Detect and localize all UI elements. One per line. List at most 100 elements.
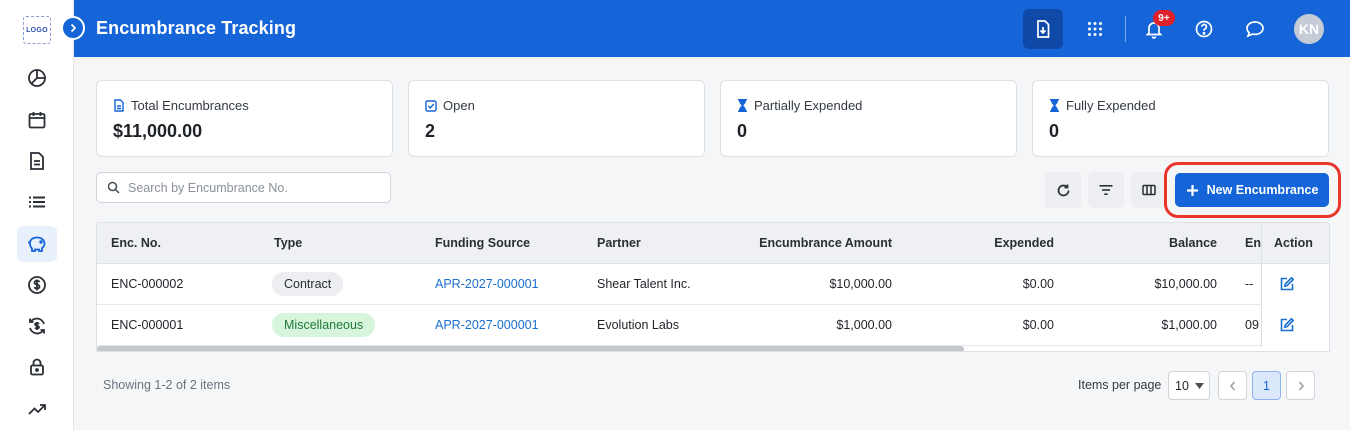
download-button[interactable]	[1023, 9, 1063, 49]
user-avatar[interactable]: KN	[1294, 14, 1324, 44]
stat-value: 0	[1049, 121, 1060, 141]
stat-card-partially-expended: Partially Expended 0	[720, 80, 1017, 157]
column-header[interactable]: Encumbrance Amount	[759, 236, 892, 250]
stat-card-open: Open 2	[408, 80, 705, 157]
logo: LOGO	[23, 16, 51, 44]
sidebar-toggle-button[interactable]	[61, 16, 85, 40]
column-header[interactable]: Enc. No.	[111, 236, 161, 250]
chat-bubble-icon	[1246, 21, 1264, 38]
document-icon	[114, 99, 124, 112]
notification-badge: 9+	[1153, 10, 1175, 26]
filter-button[interactable]	[1088, 172, 1124, 208]
edit-icon	[1280, 276, 1295, 291]
stat-label: Open	[425, 98, 475, 113]
stat-card-fully-expended: Fully Expended 0	[1032, 80, 1329, 157]
stat-label-text: Fully Expended	[1066, 98, 1156, 113]
piggy-bank-icon[interactable]	[17, 226, 57, 262]
enc-no-cell: ENC-000001	[111, 318, 184, 332]
lock-icon[interactable]	[22, 352, 52, 382]
funding-source-link[interactable]: APR-2027-000001	[435, 277, 539, 291]
showing-count: Showing 1-2 of 2 items	[103, 378, 231, 392]
trending-up-icon[interactable]	[22, 394, 52, 424]
refresh-button[interactable]	[1045, 172, 1081, 208]
new-encumbrance-label: New Encumbrance	[1206, 183, 1319, 197]
items-per-page-select[interactable]: 10	[1168, 371, 1210, 400]
next-page-button[interactable]	[1286, 371, 1315, 400]
refresh-icon	[1057, 184, 1069, 196]
funding-source-link[interactable]: APR-2027-000001	[435, 318, 539, 332]
edit-button[interactable]	[1279, 317, 1297, 335]
help-circle-icon	[1195, 20, 1213, 38]
pie-chart-icon[interactable]	[22, 63, 52, 93]
expended-cell: $0.00	[1022, 277, 1054, 291]
apps-grid-button[interactable]	[1075, 9, 1115, 49]
column-header[interactable]: En	[1245, 236, 1261, 250]
stat-label: Total Encumbrances	[113, 98, 249, 113]
chevron-right-icon	[1298, 380, 1304, 391]
filter-icon	[1099, 185, 1113, 195]
columns-button[interactable]	[1131, 172, 1167, 208]
stat-label-text: Partially Expended	[754, 98, 863, 113]
plus-icon	[1186, 184, 1198, 196]
help-button[interactable]	[1184, 9, 1224, 49]
amount-cell: $1,000.00	[836, 318, 892, 332]
dollar-circle-icon[interactable]	[22, 270, 52, 300]
enc-no-cell: ENC-000002	[111, 277, 184, 291]
search-box	[96, 172, 391, 203]
hourglass-icon	[1050, 99, 1059, 112]
items-per-page-label: Items per page	[1078, 378, 1162, 392]
calendar-icon[interactable]	[22, 105, 52, 135]
stat-label: Partially Expended	[737, 98, 862, 113]
column-header[interactable]: Funding Source	[435, 236, 530, 250]
stat-card-total: Total Encumbrances $11,000.00	[96, 80, 393, 157]
column-header[interactable]: Balance	[1169, 236, 1217, 250]
document-icon[interactable]	[22, 146, 52, 176]
stat-value: 0	[737, 121, 748, 141]
expended-cell: $0.00	[1022, 318, 1054, 332]
list-icon[interactable]	[22, 187, 52, 217]
action-column: Action	[1261, 223, 1329, 347]
search-input[interactable]	[128, 180, 368, 195]
end-cell: 09	[1245, 318, 1259, 332]
chevron-right-icon	[70, 23, 77, 33]
table-row[interactable]: ENC-000001 Miscellaneous APR-2027-000001…	[97, 305, 1329, 346]
chat-button[interactable]	[1235, 9, 1275, 49]
stat-label-text: Open	[443, 98, 475, 113]
items-per-page-value: 10	[1175, 378, 1189, 393]
sidebar: LOGO	[0, 0, 74, 430]
edit-button[interactable]	[1279, 276, 1297, 294]
prev-page-button[interactable]	[1218, 371, 1247, 400]
amount-cell: $10,000.00	[829, 277, 892, 291]
search-icon	[107, 181, 120, 194]
stat-value: $11,000.00	[113, 121, 203, 141]
new-encumbrance-button[interactable]: New Encumbrance	[1175, 173, 1329, 207]
encumbrance-table: Enc. No. Type Funding Source Partner Enc…	[96, 222, 1330, 352]
page-title: Encumbrance Tracking	[96, 18, 297, 38]
caret-down-icon	[1194, 382, 1204, 389]
edit-icon	[1280, 317, 1295, 332]
stat-label: Fully Expended	[1049, 98, 1156, 113]
header-divider	[1125, 16, 1126, 42]
checkbox-icon	[425, 99, 437, 112]
column-header[interactable]: Partner	[597, 236, 641, 250]
stat-value: 2	[425, 121, 436, 141]
type-chip: Contract	[272, 272, 344, 296]
table-header: Enc. No. Type Funding Source Partner Enc…	[97, 223, 1329, 264]
horizontal-scrollbar[interactable]	[97, 346, 964, 351]
partner-cell: Shear Talent Inc.	[597, 277, 691, 291]
partner-cell: Evolution Labs	[597, 318, 680, 332]
columns-icon	[1142, 184, 1156, 196]
table-row[interactable]: ENC-000002 Contract APR-2027-000001 Shea…	[97, 264, 1329, 305]
page-number-button[interactable]: 1	[1252, 371, 1281, 400]
balance-cell: $1,000.00	[1161, 318, 1217, 332]
grid-icon	[1088, 22, 1102, 36]
column-header[interactable]: Type	[274, 236, 302, 250]
refresh-dollar-icon[interactable]	[22, 311, 52, 341]
column-header[interactable]: Expended	[994, 236, 1054, 250]
type-chip: Miscellaneous	[272, 313, 376, 337]
hourglass-icon	[738, 99, 747, 112]
stat-label-text: Total Encumbrances	[131, 98, 249, 113]
balance-cell: $10,000.00	[1154, 277, 1217, 291]
header-bar: Encumbrance Tracking 9+ KN	[74, 0, 1350, 57]
download-file-icon	[1037, 20, 1050, 38]
